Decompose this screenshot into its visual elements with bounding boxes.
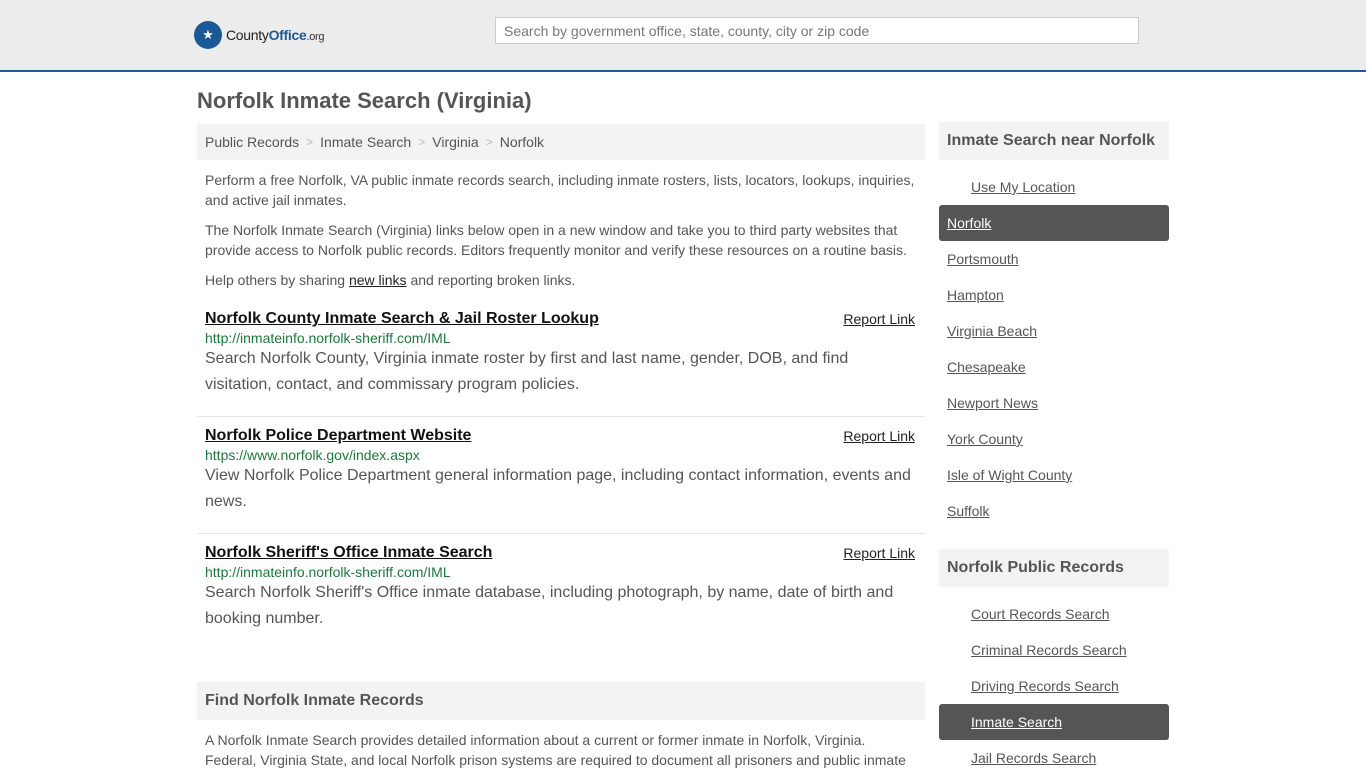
logo-text: CountyOffice.org bbox=[226, 27, 325, 43]
sidebar-item-suffolk[interactable]: Suffolk bbox=[939, 493, 1169, 529]
sidebar-item-jail-records[interactable]: Jail Records Search bbox=[939, 740, 1169, 776]
find-records-heading: Find Norfolk Inmate Records bbox=[197, 682, 925, 720]
sidebar-item-york-county[interactable]: York County bbox=[939, 421, 1169, 457]
sidebar-near-heading: Inmate Search near Norfolk bbox=[939, 122, 1169, 160]
sidebar-item-newport-news[interactable]: Newport News bbox=[939, 385, 1169, 421]
page-title: Norfolk Inmate Search (Virginia) bbox=[197, 88, 532, 113]
search-input[interactable] bbox=[495, 17, 1139, 44]
result-item: Norfolk Police Department Website Report… bbox=[197, 427, 925, 534]
sidebar-item-driving-records[interactable]: Driving Records Search bbox=[939, 668, 1169, 704]
breadcrumb-separator: > bbox=[485, 135, 493, 149]
breadcrumb-separator: > bbox=[306, 135, 314, 149]
report-link[interactable]: Report Link bbox=[843, 545, 915, 561]
result-url: https://www.norfolk.gov/index.aspx bbox=[205, 447, 420, 463]
eagle-seal-icon: ★ bbox=[194, 21, 222, 49]
disclaimer-paragraph: The Norfolk Inmate Search (Virginia) lin… bbox=[205, 222, 907, 258]
result-description: Search Norfolk Sheriff's Office inmate d… bbox=[205, 584, 894, 627]
result-description: Search Norfolk County, Virginia inmate r… bbox=[205, 350, 849, 393]
site-header: ★ CountyOffice.org bbox=[0, 0, 1366, 72]
sidebar-item-chesapeake[interactable]: Chesapeake bbox=[939, 349, 1169, 385]
use-my-location-link[interactable]: Use My Location bbox=[939, 169, 1169, 205]
sidebar-item-virginia-beach[interactable]: Virginia Beach bbox=[939, 313, 1169, 349]
result-description: View Norfolk Police Department general i… bbox=[205, 467, 911, 510]
sidebar-item-hampton[interactable]: Hampton bbox=[939, 277, 1169, 313]
sidebar-item-court-records[interactable]: Court Records Search bbox=[939, 596, 1169, 632]
sidebar-item-isle-of-wight-county[interactable]: Isle of Wight County bbox=[939, 457, 1169, 493]
breadcrumb-public-records[interactable]: Public Records bbox=[205, 134, 299, 150]
result-item: Norfolk County Inmate Search & Jail Rost… bbox=[197, 310, 925, 417]
result-title-link[interactable]: Norfolk Police Department Website bbox=[205, 427, 471, 444]
sidebar-item-inmate-search[interactable]: Inmate Search bbox=[939, 704, 1169, 740]
sidebar-records-heading: Norfolk Public Records bbox=[939, 549, 1169, 587]
result-title-link[interactable]: Norfolk County Inmate Search & Jail Rost… bbox=[205, 310, 599, 327]
result-title-link[interactable]: Norfolk Sheriff's Office Inmate Search bbox=[205, 544, 492, 561]
breadcrumb: Public Records > Inmate Search > Virgini… bbox=[197, 124, 925, 160]
report-link[interactable]: Report Link bbox=[843, 311, 915, 327]
share-paragraph: Help others by sharing new links and rep… bbox=[205, 272, 576, 288]
sidebar-item-criminal-records[interactable]: Criminal Records Search bbox=[939, 632, 1169, 668]
sidebar-item-norfolk[interactable]: Norfolk bbox=[939, 205, 1169, 241]
sidebar-item-portsmouth[interactable]: Portsmouth bbox=[939, 241, 1169, 277]
intro-paragraph: Perform a free Norfolk, VA public inmate… bbox=[205, 172, 915, 208]
result-url: http://inmateinfo.norfolk-sheriff.com/IM… bbox=[205, 564, 451, 580]
report-link[interactable]: Report Link bbox=[843, 428, 915, 444]
breadcrumb-inmate-search[interactable]: Inmate Search bbox=[320, 134, 411, 150]
result-item: Norfolk Sheriff's Office Inmate Search R… bbox=[197, 544, 925, 651]
site-logo[interactable]: ★ CountyOffice.org bbox=[194, 20, 325, 50]
new-links-link[interactable]: new links bbox=[349, 272, 407, 288]
find-records-text: A Norfolk Inmate Search provides detaile… bbox=[205, 732, 906, 768]
result-url: http://inmateinfo.norfolk-sheriff.com/IM… bbox=[205, 330, 451, 346]
breadcrumb-separator: > bbox=[418, 135, 426, 149]
breadcrumb-norfolk[interactable]: Norfolk bbox=[500, 134, 544, 150]
breadcrumb-virginia[interactable]: Virginia bbox=[432, 134, 478, 150]
